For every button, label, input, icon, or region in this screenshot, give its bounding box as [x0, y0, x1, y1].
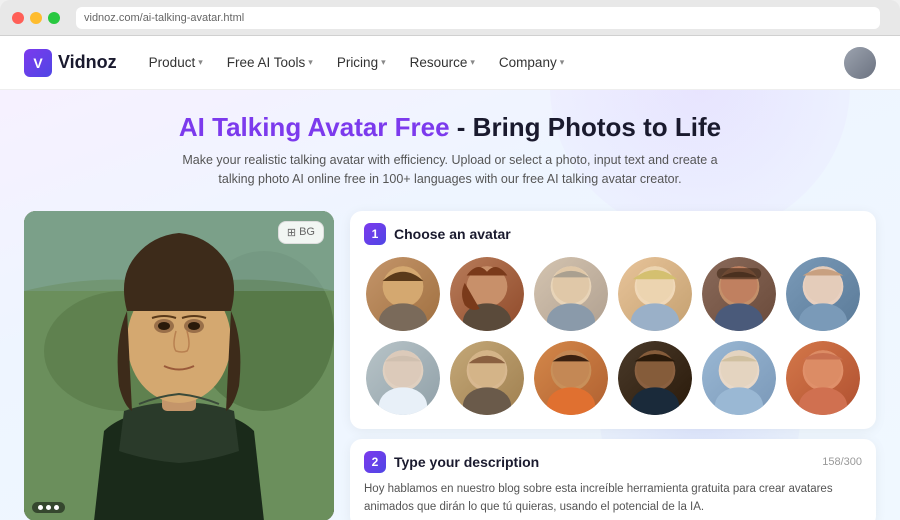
avatar-item[interactable]	[532, 339, 610, 417]
avatar-face	[786, 341, 860, 415]
page: V Vidnoz Product ▾ Free AI Tools ▾ Prici…	[0, 36, 900, 520]
step1-badge: 1	[364, 223, 386, 245]
traffic-lights	[12, 12, 60, 24]
nav-product[interactable]: Product ▾	[149, 55, 203, 70]
avatar-face	[450, 341, 524, 415]
close-button[interactable]	[12, 12, 24, 24]
nav-free-tools[interactable]: Free AI Tools ▾	[227, 55, 313, 70]
avatar-face	[366, 257, 440, 331]
description-text[interactable]: Hoy hablamos en nuestro blog sobre esta …	[364, 481, 862, 517]
hero-subtitle: Make your realistic talking avatar with …	[170, 151, 730, 189]
avatar-face	[618, 257, 692, 331]
avatar-face	[534, 257, 608, 331]
maximize-button[interactable]	[48, 12, 60, 24]
nav-resource-label: Resource	[410, 55, 468, 70]
step1-title: Choose an avatar	[394, 226, 511, 242]
step2-title: Type your description	[394, 454, 539, 470]
step1-header: 1 Choose an avatar	[364, 223, 862, 245]
avatar-item[interactable]	[700, 339, 778, 417]
user-avatar-button[interactable]	[844, 47, 876, 79]
logo-icon: V	[24, 49, 52, 77]
avatar-face	[534, 341, 608, 415]
dot-3	[54, 505, 59, 510]
chevron-down-icon: ▾	[560, 57, 565, 68]
avatar-grid	[364, 255, 862, 417]
browser-chrome: vidnoz.com/ai-talking-avatar.html	[0, 0, 900, 36]
nav-pricing-label: Pricing	[337, 55, 378, 70]
panel-dots	[32, 502, 65, 513]
avatar-item[interactable]	[616, 255, 694, 333]
nav-free-tools-label: Free AI Tools	[227, 55, 306, 70]
avatar-face	[702, 257, 776, 331]
description-card: 2 Type your description 158/300 Hoy habl…	[350, 439, 876, 520]
avatar-face	[618, 341, 692, 415]
logo-text: Vidnoz	[58, 52, 117, 73]
url-text: vidnoz.com/ai-talking-avatar.html	[84, 12, 244, 24]
hero-title-highlight: AI Talking Avatar Free	[179, 112, 450, 142]
mona-lisa-image: ⊞ BG	[24, 211, 334, 520]
avatar-item[interactable]	[700, 255, 778, 333]
avatar-item[interactable]	[448, 339, 526, 417]
avatar-item[interactable]	[784, 339, 862, 417]
chevron-down-icon: ▾	[308, 57, 313, 68]
step2-header: 2 Type your description 158/300	[364, 451, 862, 473]
hero-title-rest: - Bring Photos to Life	[450, 112, 722, 142]
main-content: ⊞ BG 1 Choose an avatar	[0, 199, 900, 520]
minimize-button[interactable]	[30, 12, 42, 24]
nav-company-label: Company	[499, 55, 557, 70]
dot-1	[38, 505, 43, 510]
chevron-down-icon: ▾	[198, 57, 203, 68]
hero-title: AI Talking Avatar Free - Bring Photos to…	[20, 112, 880, 143]
logo[interactable]: V Vidnoz	[24, 49, 117, 77]
avatar-face	[366, 341, 440, 415]
avatar-item[interactable]	[448, 255, 526, 333]
avatar-item[interactable]	[616, 339, 694, 417]
char-count: 158/300	[822, 456, 862, 468]
avatar-item[interactable]	[784, 255, 862, 333]
chevron-down-icon: ▾	[470, 57, 475, 68]
avatar-face	[450, 257, 524, 331]
bg-button[interactable]: ⊞ BG	[278, 221, 324, 244]
chevron-down-icon: ▾	[381, 57, 386, 68]
navbar: V Vidnoz Product ▾ Free AI Tools ▾ Prici…	[0, 36, 900, 90]
step2-badge: 2	[364, 451, 386, 473]
nav-resource[interactable]: Resource ▾	[410, 55, 475, 70]
avatar-item[interactable]	[364, 255, 442, 333]
nav-company[interactable]: Company ▾	[499, 55, 564, 70]
step2-header-left: 2 Type your description	[364, 451, 539, 473]
avatar-face	[786, 257, 860, 331]
controls-panel: 1 Choose an avatar	[350, 211, 876, 520]
nav-pricing[interactable]: Pricing ▾	[337, 55, 386, 70]
avatar-card: 1 Choose an avatar	[350, 211, 876, 429]
bg-label: BG	[299, 226, 315, 238]
painting-svg	[24, 211, 334, 520]
nav-product-label: Product	[149, 55, 196, 70]
bg-icon: ⊞	[287, 226, 296, 239]
hero-section: AI Talking Avatar Free - Bring Photos to…	[0, 90, 900, 199]
dot-2	[46, 505, 51, 510]
image-panel: ⊞ BG	[24, 211, 334, 520]
user-avatar	[844, 47, 876, 79]
avatar-item[interactable]	[532, 255, 610, 333]
address-bar[interactable]: vidnoz.com/ai-talking-avatar.html	[76, 7, 880, 29]
avatar-item[interactable]	[364, 339, 442, 417]
avatar-face	[702, 341, 776, 415]
